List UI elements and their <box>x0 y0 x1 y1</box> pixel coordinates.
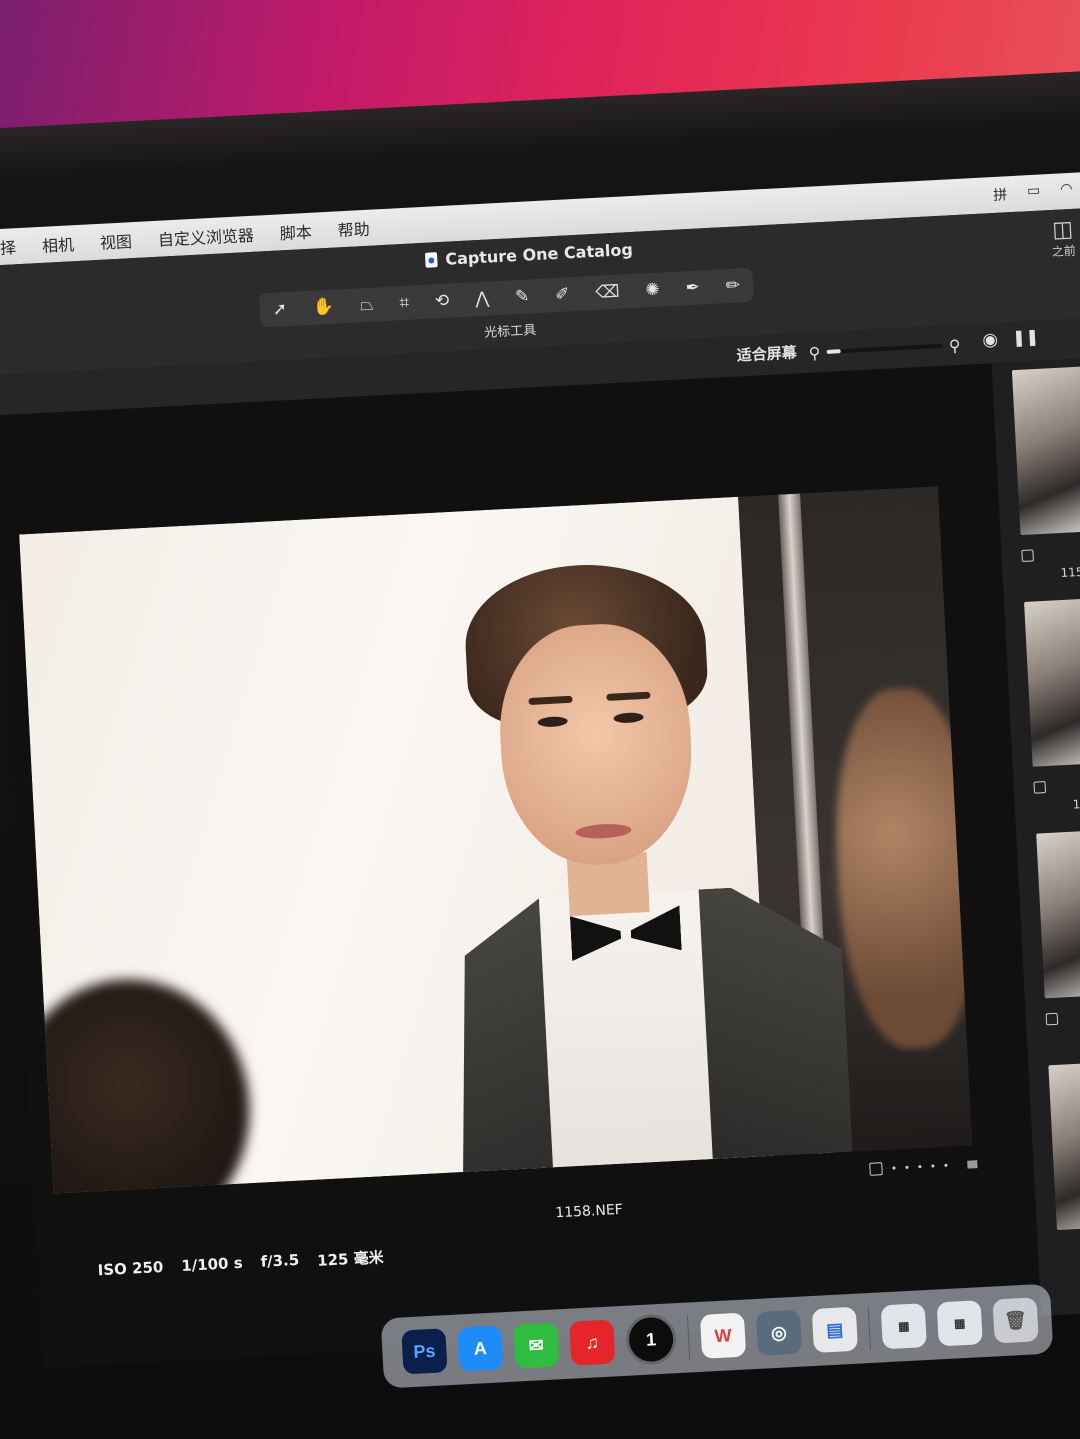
preview-icon[interactable]: ◎ <box>755 1309 803 1356</box>
photo-bow-tie <box>570 905 682 961</box>
wechat-icon[interactable]: ✉ <box>513 1322 560 1369</box>
browser-thumbnail[interactable] <box>1048 1060 1080 1231</box>
input-method-indicator[interactable]: 拼 <box>993 184 1008 205</box>
menu-view[interactable]: 视图 <box>99 228 133 254</box>
wifi-icon[interactable]: ◠ <box>1060 181 1073 202</box>
straighten-tool-icon[interactable]: ⋀ <box>475 289 490 310</box>
select-checkbox[interactable] <box>869 1162 883 1176</box>
menu-select[interactable]: 选择 <box>0 234 17 260</box>
thumbnail-checkbox[interactable] <box>1045 1012 1059 1026</box>
battery-icon[interactable]: ▭ <box>1027 183 1041 204</box>
catalog-document-icon <box>424 252 438 268</box>
heal-brush-tool-icon[interactable]: ✐ <box>555 284 570 305</box>
star-rating-dot[interactable] <box>905 1165 909 1169</box>
cursor-tools-label: 光标工具 <box>483 323 537 341</box>
color-tag-icon[interactable] <box>967 1159 978 1169</box>
thumbnail-checkbox[interactable] <box>1033 781 1047 794</box>
exif-shutter: 1/100 s <box>180 1253 244 1275</box>
zoom-out-icon[interactable]: ⚲ <box>808 343 821 363</box>
star-rating-dot[interactable] <box>944 1163 948 1167</box>
photos-icon[interactable]: ▤ <box>811 1306 858 1353</box>
clone-tool-icon[interactable]: ✺ <box>645 280 660 301</box>
netease-music-icon[interactable]: ♫ <box>569 1319 616 1366</box>
select-arrow-tool-icon[interactable]: ➚ <box>272 299 287 320</box>
window-title: Capture One Catalog <box>424 239 634 270</box>
monitor-screen: 选择 相机 视图 自定义浏览器 脚本 帮助 拼 ▭ ◠ Capture One … <box>0 111 1080 1389</box>
zoom-track-bar[interactable] <box>826 343 943 354</box>
menu-camera[interactable]: 相机 <box>41 231 75 257</box>
cursor-toolbar: ➚ ✋ ⏢ ⌗ ⟲ ⋀ ✎ ✐ ⌫ ✺ ✒ ✏ <box>258 267 754 328</box>
exif-focal-length: 125 毫米 <box>316 1248 385 1270</box>
color-picker-tool-icon[interactable]: ✎ <box>515 286 530 307</box>
photo-subject-groom <box>402 553 853 1174</box>
menu-help[interactable]: 帮助 <box>337 216 370 242</box>
menubar-status: 拼 ▭ ◠ <box>993 181 1073 205</box>
annotate-tool-icon[interactable]: ✏ <box>725 275 740 296</box>
wps-icon[interactable]: W <box>699 1312 747 1359</box>
image-viewer[interactable]: 1158.NEF ISO 250 1/100 s f/3.5 125 毫米 <box>0 363 1042 1369</box>
documents-folder-icon[interactable]: ▦ <box>936 1300 983 1347</box>
thumbnail-label: 1151 <box>1060 564 1080 580</box>
dock-separator <box>686 1315 691 1360</box>
compare-label: 之前 <box>1051 243 1077 260</box>
app-store-icon[interactable]: A <box>457 1325 504 1372</box>
viewer-rating-bar[interactable] <box>869 1157 978 1176</box>
downloads-folder-icon[interactable]: ▦ <box>880 1303 927 1350</box>
browser-thumbnail[interactable] <box>1036 828 1080 999</box>
exif-info: ISO 250 1/100 s f/3.5 125 毫米 <box>97 1246 384 1282</box>
trash-icon[interactable]: 🗑 <box>992 1297 1039 1344</box>
eye-icon[interactable]: ◉ <box>982 329 999 351</box>
photoshop-icon[interactable]: Ps <box>401 1328 448 1375</box>
crop-tool-icon[interactable]: ⌗ <box>399 293 410 313</box>
eraser-tool-icon[interactable]: ⌫ <box>595 282 620 303</box>
brush-tool-icon[interactable]: ✒ <box>685 278 700 299</box>
browser-thumbnail[interactable] <box>1011 365 1080 536</box>
thumbnail-label: 11 <box>1072 796 1080 812</box>
star-rating-dot[interactable] <box>892 1166 896 1170</box>
zoom-slider[interactable]: ⚲ ⚲ <box>808 335 961 363</box>
image-filename: 1158.NEF <box>554 1201 624 1222</box>
before-after-toggle[interactable]: ◫ 之前 <box>1050 217 1076 260</box>
browser-thumbnail[interactable] <box>1024 597 1080 767</box>
star-rating-dot[interactable] <box>918 1165 922 1169</box>
viewer-photo[interactable] <box>19 486 973 1194</box>
compare-split-icon: ◫ <box>1051 216 1074 243</box>
zoom-fill <box>826 349 841 354</box>
capture-one-icon[interactable]: 1 <box>624 1313 678 1366</box>
pan-hand-tool-icon[interactable]: ✋ <box>312 297 334 318</box>
zoom-in-icon[interactable]: ⚲ <box>948 335 961 355</box>
dock-separator <box>867 1306 871 1351</box>
fit-screen-button[interactable]: 适合屏幕 <box>736 342 797 366</box>
pause-icon[interactable]: ❚❚ <box>1012 327 1040 347</box>
keystone-tool-icon[interactable]: ⏢ <box>359 295 374 316</box>
star-rating-dot[interactable] <box>931 1164 935 1168</box>
exif-iso: ISO 250 <box>97 1257 164 1280</box>
rotate-tool-icon[interactable]: ⟲ <box>435 291 450 312</box>
exif-aperture: f/3.5 <box>260 1250 300 1271</box>
menu-scripts[interactable]: 脚本 <box>279 219 312 245</box>
window-title-text: Capture One Catalog <box>444 239 634 269</box>
menu-custom-browser[interactable]: 自定义浏览器 <box>157 222 254 251</box>
thumbnail-checkbox[interactable] <box>1021 549 1034 563</box>
